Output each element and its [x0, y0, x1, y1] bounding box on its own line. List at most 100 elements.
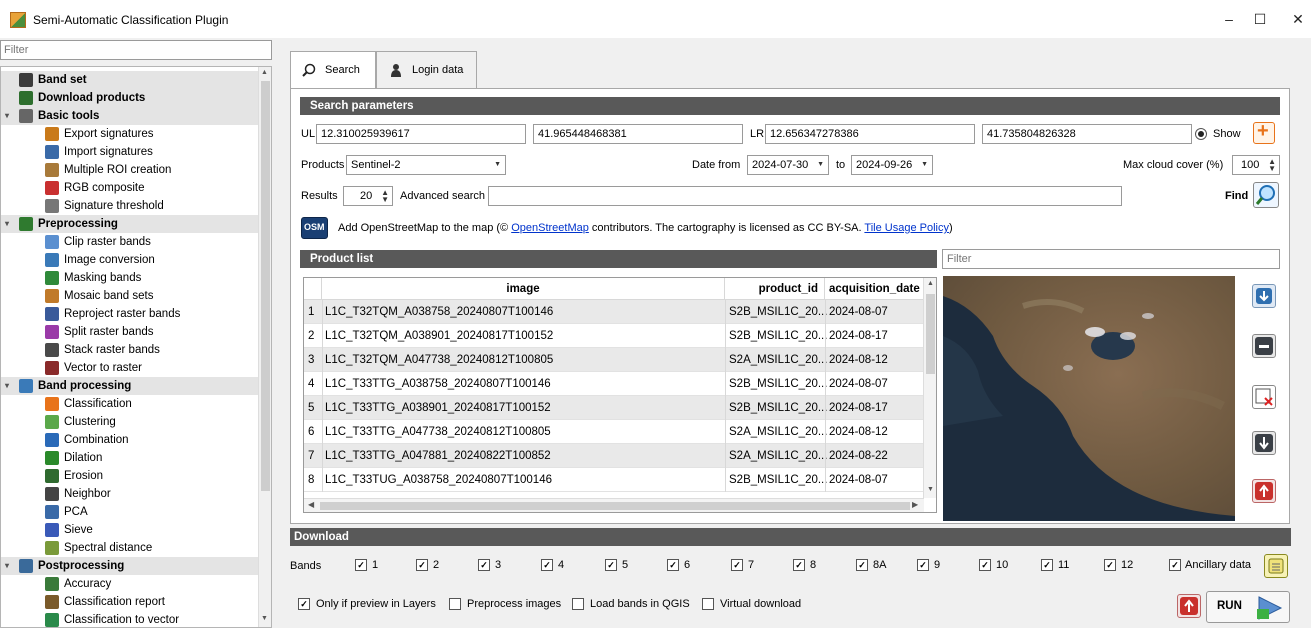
table-horizontal-scrollbar[interactable]: ◀ ▶ [304, 498, 924, 512]
tree-item[interactable]: PCA [1, 503, 259, 521]
cloud-cover-spinbox[interactable]: 100 ▲ ▼ [1232, 155, 1280, 175]
table-row[interactable]: 8 L1C_T33TUG_A038758_20240807T100146 S2B_M… [304, 468, 924, 492]
band-checkbox[interactable]: ✓ [667, 559, 679, 571]
scroll-up-icon[interactable]: ▲ [261, 69, 268, 76]
tree-scrollbar[interactable]: ▲ ▼ [258, 67, 271, 627]
tree-item[interactable]: Classification [1, 395, 259, 413]
ul-x-input[interactable]: 12.310025939617 [316, 124, 526, 144]
scroll-left-icon[interactable]: ◀ [308, 500, 314, 509]
tab-login-data[interactable]: Login data [376, 51, 477, 89]
tree-item[interactable]: Split raster bands [1, 323, 259, 341]
tree-item[interactable]: Import signatures [1, 143, 259, 161]
osm-button[interactable]: OSM [301, 217, 328, 239]
table-vertical-scrollbar[interactable]: ▲ ▼ [923, 278, 936, 498]
tree-item[interactable]: Image conversion [1, 251, 259, 269]
tree-item[interactable]: Dilation [1, 449, 259, 467]
expand-arrow-icon[interactable]: ▾ [5, 377, 9, 395]
tree-item[interactable]: Erosion [1, 467, 259, 485]
band-checklist-button[interactable] [1264, 554, 1288, 578]
tree-scroll-thumb[interactable] [261, 81, 270, 491]
ul-y-input[interactable]: 41.965448468381 [533, 124, 743, 144]
scroll-right-icon[interactable]: ▶ [912, 500, 918, 509]
expand-arrow-icon[interactable]: ▾ [5, 107, 9, 125]
maximize-button[interactable]: ☐ [1245, 8, 1275, 30]
band-checkbox[interactable]: ✓ [1041, 559, 1053, 571]
tree-item[interactable]: Reproject raster bands [1, 305, 259, 323]
tree-item[interactable]: Band set [1, 71, 259, 89]
tree-item[interactable]: ▾ Preprocessing [1, 215, 259, 233]
results-spinbox[interactable]: 20 ▲ ▼ [343, 186, 393, 206]
add-area-button[interactable]: + [1253, 120, 1275, 144]
export-download-button[interactable] [1177, 594, 1201, 618]
run-button[interactable]: RUN [1206, 591, 1290, 623]
column-header-acquisition-date[interactable]: acquisition_date [825, 278, 924, 300]
tree-item[interactable]: Stack raster bands [1, 341, 259, 359]
column-header-product-id[interactable]: product_id [725, 278, 825, 300]
tree-item[interactable]: Multiple ROI creation [1, 161, 259, 179]
scroll-down-icon[interactable]: ▼ [927, 486, 934, 493]
ancillary-checkbox[interactable]: ✓ [1169, 559, 1181, 571]
band-checkbox[interactable]: ✓ [793, 559, 805, 571]
table-scroll-thumb[interactable] [926, 294, 935, 374]
clear-table-button[interactable] [1252, 385, 1276, 409]
table-row[interactable]: 2 L1C_T32TQM_A038901_20240817T100152 S2B_M… [304, 324, 924, 348]
band-checkbox[interactable]: ✓ [856, 559, 868, 571]
tree-item[interactable]: Masking bands [1, 269, 259, 287]
show-radio[interactable] [1195, 128, 1207, 140]
export-list-button[interactable] [1252, 479, 1276, 503]
date-from-picker[interactable]: 2024-07-30 ▼ [747, 155, 829, 175]
tree-item[interactable]: RGB composite [1, 179, 259, 197]
table-hscroll-thumb[interactable] [320, 502, 910, 510]
move-down-button[interactable] [1252, 431, 1276, 455]
close-button[interactable]: ✕ [1283, 8, 1311, 30]
tree-item[interactable]: Classification report [1, 593, 259, 611]
option-checkbox[interactable] [572, 598, 584, 610]
band-checkbox[interactable]: ✓ [605, 559, 617, 571]
scroll-down-icon[interactable]: ▼ [261, 615, 268, 622]
product-filter-input[interactable] [942, 249, 1280, 269]
tile-usage-policy-link[interactable]: Tile Usage Policy [864, 222, 949, 234]
tab-search[interactable]: Search [290, 51, 376, 89]
column-header-image[interactable]: image [322, 278, 725, 300]
tree-item[interactable]: Neighbor [1, 485, 259, 503]
tree-item[interactable]: Clustering [1, 413, 259, 431]
tree-item[interactable]: ▾ Postprocessing [1, 557, 259, 575]
band-checkbox[interactable]: ✓ [979, 559, 991, 571]
tool-filter-input[interactable] [0, 40, 272, 60]
tree-item[interactable]: ▾ Basic tools [1, 107, 259, 125]
tree-item[interactable]: Export signatures [1, 125, 259, 143]
spin-arrows-icon[interactable]: ▲ ▼ [381, 189, 389, 204]
tree-item[interactable]: Clip raster bands [1, 233, 259, 251]
tree-item[interactable]: Accuracy [1, 575, 259, 593]
tree-item[interactable]: Signature threshold [1, 197, 259, 215]
tree-item[interactable]: Spectral distance [1, 539, 259, 557]
band-checkbox[interactable]: ✓ [731, 559, 743, 571]
find-button[interactable] [1253, 182, 1279, 208]
band-checkbox[interactable]: ✓ [416, 559, 428, 571]
tree-item[interactable]: Combination [1, 431, 259, 449]
openstreetmap-link[interactable]: OpenStreetMap [511, 222, 589, 234]
scroll-up-icon[interactable]: ▲ [927, 280, 934, 287]
expand-arrow-icon[interactable]: ▾ [5, 215, 9, 233]
spin-arrows-icon[interactable]: ▲ ▼ [1268, 158, 1276, 173]
option-checkbox[interactable] [449, 598, 461, 610]
minimize-button[interactable]: – [1214, 8, 1244, 30]
lr-x-input[interactable]: 12.656347278386 [765, 124, 975, 144]
option-checkbox[interactable] [702, 598, 714, 610]
band-checkbox[interactable]: ✓ [355, 559, 367, 571]
tree-item[interactable]: ▾ Band processing [1, 377, 259, 395]
date-to-picker[interactable]: 2024-09-26 ▼ [851, 155, 933, 175]
tree-item[interactable]: Vector to raster [1, 359, 259, 377]
table-row[interactable]: 4 L1C_T33TTG_A038758_20240807T100146 S2B_M… [304, 372, 924, 396]
remove-row-button[interactable] [1252, 334, 1276, 358]
table-row[interactable]: 1 L1C_T32TQM_A038758_20240807T100146 S2B_M… [304, 300, 924, 324]
expand-arrow-icon[interactable]: ▾ [5, 557, 9, 575]
tree-item[interactable]: Download products [1, 89, 259, 107]
products-select[interactable]: Sentinel-2 ▼ [346, 155, 506, 175]
table-row[interactable]: 3 L1C_T32TQM_A047738_20240812T100805 S2A_M… [304, 348, 924, 372]
table-row[interactable]: 6 L1C_T33TTG_A047738_20240812T100805 S2A_M… [304, 420, 924, 444]
display-preview-button[interactable] [1252, 284, 1276, 308]
band-checkbox[interactable]: ✓ [478, 559, 490, 571]
band-checkbox[interactable]: ✓ [541, 559, 553, 571]
band-checkbox[interactable]: ✓ [1104, 559, 1116, 571]
